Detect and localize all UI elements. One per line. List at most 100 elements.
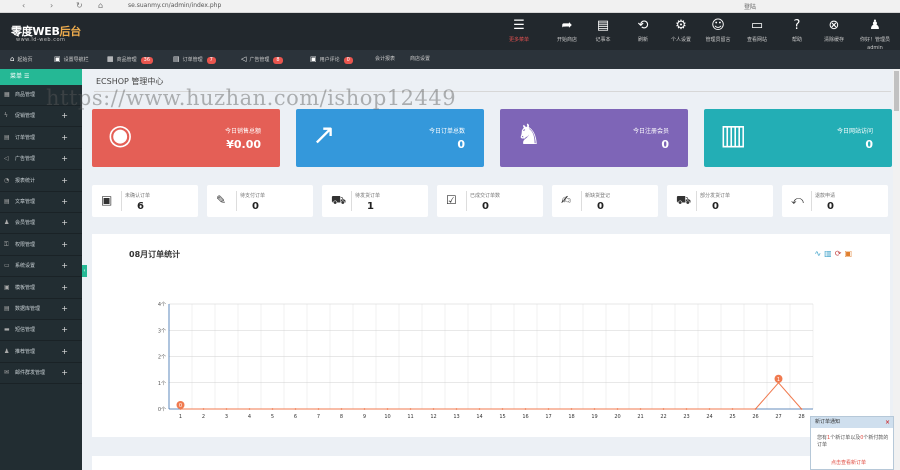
- sidebar-item-8[interactable]: ▭ 系统设置 +: [0, 256, 82, 278]
- sidebar-item-10[interactable]: ▤ 数据库管理 +: [0, 299, 82, 320]
- quick-nav-item-7[interactable]: 商店设置: [410, 55, 430, 62]
- header-button-3[interactable]: ⟲ 刷新: [626, 16, 660, 44]
- expand-plus-icon[interactable]: +: [61, 149, 68, 169]
- x-tick-label: 25: [729, 414, 735, 420]
- quick-nav-item-6[interactable]: 会计报表: [375, 55, 395, 62]
- order-icon: ▤: [173, 55, 180, 63]
- x-tick-label: 26: [752, 414, 758, 420]
- header-button-7[interactable]: ? 帮助: [780, 16, 814, 44]
- data-point: [800, 408, 803, 410]
- home-icon[interactable]: ⌂: [98, 1, 103, 10]
- reload-icon[interactable]: ↻: [76, 1, 83, 10]
- expand-plus-icon[interactable]: +: [61, 128, 68, 148]
- x-tick-label: 17: [545, 414, 551, 420]
- expand-plus-icon[interactable]: +: [61, 299, 68, 319]
- card-divider: [466, 191, 467, 211]
- expand-plus-icon[interactable]: +: [61, 235, 68, 255]
- quick-nav-item-1[interactable]: ▣ 设置导航栏: [54, 55, 89, 63]
- template-icon: ▣: [4, 283, 10, 291]
- coins-icon: ◉: [108, 118, 133, 151]
- address-bar[interactable]: se.suanmy.cn/admin/index.php: [128, 2, 221, 9]
- sidebar-item-4[interactable]: ◔ 报表统计 +: [0, 171, 82, 192]
- stat-card-0: ◉ 今日销售总额 ¥0.00: [92, 109, 280, 167]
- stat-card-2: ♞ 今日注册会员 0: [500, 109, 688, 167]
- summary-value: 0: [482, 201, 489, 212]
- order-summary-card-6[interactable]: ⤺ 退款申请 0: [782, 185, 888, 217]
- expand-plus-icon[interactable]: +: [61, 213, 68, 233]
- order-summary-card-0[interactable]: ▣ 未确认订单 6: [92, 185, 198, 217]
- order-summary-card-1[interactable]: ✎ 待支付订单 0: [207, 185, 313, 217]
- view-new-orders-link[interactable]: 点击查看新订单: [831, 459, 866, 466]
- header-button-label: 帮助: [791, 37, 802, 43]
- header-button-label: 个人设置: [670, 37, 691, 43]
- expand-plus-icon[interactable]: +: [61, 192, 68, 212]
- goods-icon: ▦: [107, 55, 114, 63]
- summary-label: 部分发货订单: [700, 193, 731, 199]
- x-tick-label: 6: [294, 414, 297, 420]
- summary-value: 0: [712, 201, 719, 212]
- popup-close-button[interactable]: ×: [885, 417, 890, 428]
- sidebar-item-13[interactable]: ✉ 邮件群发管理 +: [0, 363, 82, 385]
- expand-plus-icon[interactable]: +: [61, 320, 68, 340]
- quick-nav-item-0[interactable]: ⌂ 起始页: [10, 55, 32, 63]
- forward-icon[interactable]: ›: [50, 1, 53, 10]
- second-panel: [92, 456, 890, 470]
- card-divider: [121, 191, 122, 211]
- sidebar-item-6[interactable]: ♟ 会员管理 +: [0, 213, 82, 235]
- header-button-5[interactable]: ☺ 管理员留言: [701, 16, 735, 44]
- order-summary-card-2[interactable]: ⛟ 待发货订单 1: [322, 185, 428, 217]
- quick-nav-label: 商店设置: [410, 56, 431, 62]
- sidebar-item-5[interactable]: ▤ 文章管理 +: [0, 192, 82, 213]
- database-icon: ▤: [4, 305, 10, 312]
- expand-plus-icon[interactable]: +: [61, 256, 68, 276]
- order-summary-card-5[interactable]: ⛟ 部分发货订单 0: [667, 185, 773, 217]
- sidebar-item-3[interactable]: ◁ 广告管理 +: [0, 149, 82, 171]
- sidebar-item-9[interactable]: ▣ 模板管理 +: [0, 278, 82, 299]
- sidebar-item-12[interactable]: ♟ 推荐管理 +: [0, 342, 82, 363]
- count-badge: 0: [343, 57, 353, 64]
- sidebar-item-11[interactable]: ▬ 短信管理 +: [0, 320, 82, 342]
- sidebar-item-2[interactable]: ▤ 订单管理 +: [0, 128, 82, 149]
- sidebar-item-label: 商品管理: [15, 92, 36, 98]
- sidebar-item-7[interactable]: ⚿ 权限管理 +: [0, 235, 82, 256]
- home-icon: ⌂: [10, 55, 15, 63]
- back-icon[interactable]: ‹: [22, 1, 25, 10]
- header-button-1[interactable]: ➦ 开始商店: [550, 16, 584, 44]
- expand-plus-icon[interactable]: +: [61, 342, 68, 362]
- quick-nav-item-4[interactable]: ◁ 广告管理 8: [241, 55, 283, 64]
- ad-icon: ◁: [241, 55, 247, 63]
- header-button-4[interactable]: ⚙ 个人设置: [664, 16, 698, 44]
- settings-nav-icon: ▣: [54, 55, 61, 63]
- header-button-2[interactable]: ▤ 记事本: [586, 16, 620, 44]
- x-tick-label: 2: [202, 414, 205, 420]
- expand-plus-icon[interactable]: +: [61, 171, 68, 191]
- order-summary-card-3[interactable]: ☑ 已成交订单数 0: [437, 185, 543, 217]
- data-point: [662, 408, 665, 410]
- quick-nav-item-5[interactable]: ▣ 用户评论 0: [310, 55, 353, 64]
- x-tick-label: 9: [363, 414, 366, 420]
- order-summary-card-4[interactable]: ✍ 新缺货登记 0: [552, 185, 658, 217]
- header-button-8[interactable]: ⊗ 清除缓存: [817, 16, 851, 44]
- stat-card-3: ▥ 今日网站访问 0: [704, 109, 892, 167]
- browser-tab-label[interactable]: 登陆: [744, 2, 756, 11]
- summary-label: 退款申请: [815, 193, 836, 199]
- sidebar-item-label: 系统设置: [15, 263, 36, 270]
- x-tick-label: 5: [271, 414, 274, 420]
- scrollbar-thumb[interactable]: [894, 71, 899, 111]
- x-tick-label: 4: [248, 414, 251, 420]
- expand-plus-icon[interactable]: +: [61, 278, 68, 298]
- sidebar-menu-header[interactable]: 菜单 ☰: [0, 69, 82, 85]
- quick-nav-item-3[interactable]: ▤ 订单管理 7: [173, 55, 216, 64]
- card-divider: [696, 191, 697, 211]
- header-button-0[interactable]: ☰ 更多菜单: [502, 16, 536, 44]
- expand-plus-icon[interactable]: +: [61, 363, 68, 383]
- header-button-9[interactable]: ♟ 你好！管理员 admin: [858, 16, 892, 52]
- sidebar-item-label: 权限管理: [15, 241, 36, 248]
- data-point: [225, 408, 228, 410]
- quick-nav-item-2[interactable]: ▦ 商品管理 36: [107, 55, 154, 64]
- menu-icon: ☰: [513, 18, 525, 33]
- vertical-scrollbar[interactable]: [893, 69, 900, 470]
- sidebar-item-label: 订单管理: [15, 134, 36, 141]
- x-tick-label: 10: [384, 414, 390, 420]
- header-button-6[interactable]: ▭ 查看网站: [740, 16, 774, 44]
